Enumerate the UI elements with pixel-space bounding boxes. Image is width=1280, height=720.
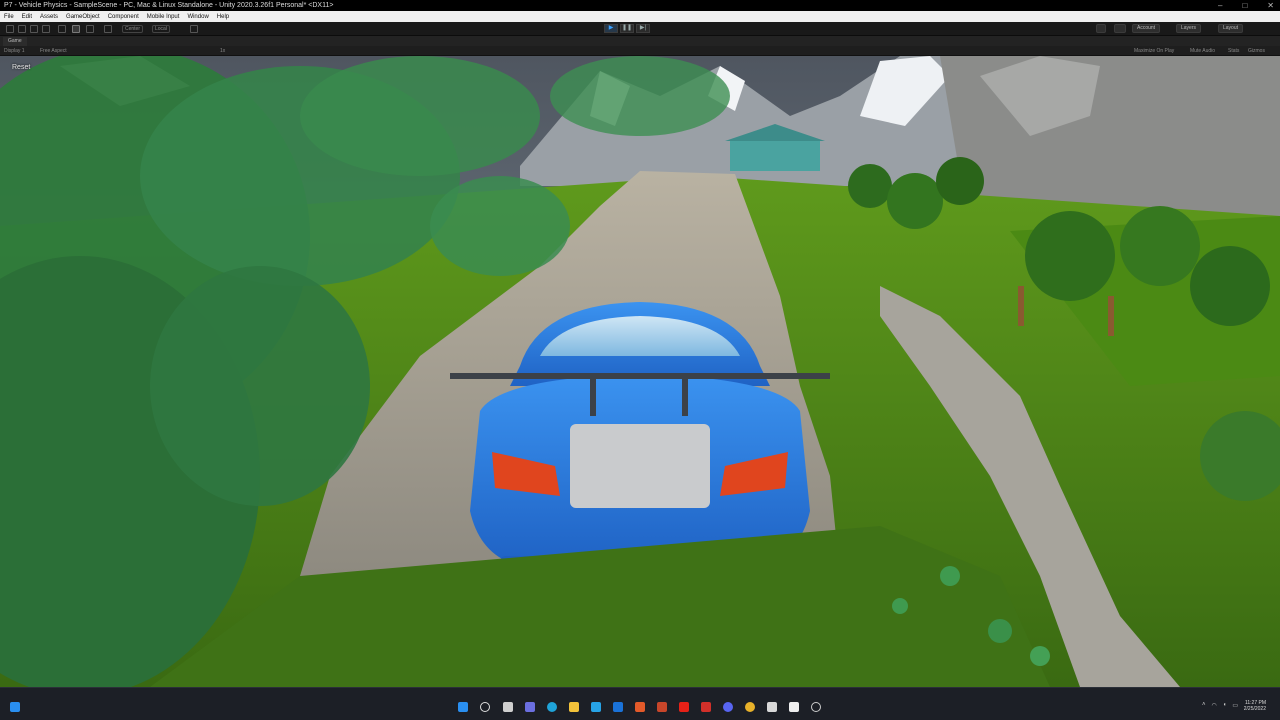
move-tool-icon[interactable] [18,25,26,33]
chrome-icon[interactable] [745,702,755,712]
menu-component[interactable]: Component [108,14,139,20]
hand-tool-icon[interactable] [6,25,14,33]
chevron-up-icon[interactable]: ˄ [1202,702,1206,709]
maximize-button[interactable]: □ [1242,0,1247,11]
play-controls: ▶ ❚❚ ▶| [604,24,650,33]
windows-start-icon[interactable] [458,702,468,712]
gizmos-dropdown[interactable]: Gizmos [1248,48,1265,54]
window-title-bar: P7 - Vehicle Physics - SampleScene - PC,… [0,0,1280,11]
explorer-icon[interactable] [569,702,579,712]
game-tab-bar: Game [0,36,1280,46]
mail-icon[interactable] [613,702,623,712]
menu-bar: File Edit Assets GameObject Component Mo… [0,11,1280,22]
editor-tool-icon[interactable] [104,25,112,33]
window-controls: – □ ✕ [1218,0,1274,11]
layers-dropdown[interactable]: Layers [1176,24,1202,33]
transform-tool-icon[interactable] [72,25,80,33]
chat-icon[interactable] [525,702,535,712]
maximize-on-play-toggle[interactable]: Maximize On Play [1134,48,1174,54]
volume-icon[interactable]: ◖ [1223,702,1227,709]
cloud-icon[interactable] [1114,24,1126,33]
search-icon[interactable] [480,702,490,712]
network-icon[interactable]: ◠ [1211,702,1216,709]
menu-assets[interactable]: Assets [40,14,58,20]
reset-label[interactable]: Reset [12,64,30,71]
menu-help[interactable]: Help [217,14,229,20]
youtube-icon[interactable] [679,702,689,712]
close-button[interactable]: ✕ [1267,0,1274,11]
task-view-icon[interactable] [503,702,513,712]
pdf-icon[interactable] [701,702,711,712]
account-dropdown[interactable]: Account [1132,24,1161,33]
game-view-toolbar: Display 1 Free Aspect 1x Maximize On Pla… [0,46,1280,56]
minimize-button[interactable]: – [1218,0,1222,11]
layout-dropdown[interactable]: Layout [1218,24,1244,33]
rotate-tool-icon[interactable] [30,25,38,33]
play-button[interactable]: ▶ [604,24,618,33]
office-icon[interactable] [635,702,645,712]
menu-mobile-input[interactable]: Mobile Input [147,14,180,20]
settings-icon[interactable] [811,702,821,712]
step-button[interactable]: ▶| [636,24,650,33]
menu-edit[interactable]: Edit [22,14,32,20]
window-title: P7 - Vehicle Physics - SampleScene - PC,… [4,2,334,9]
scale-label: 1x [220,48,226,54]
store-icon[interactable] [591,702,601,712]
game-viewport[interactable]: Reset [0,56,1280,687]
pause-button[interactable]: ❚❚ [620,24,634,33]
windows-start-icon[interactable] [10,702,20,712]
menu-window[interactable]: Window [187,14,208,20]
unity-hub-icon[interactable] [767,702,777,712]
stats-toggle[interactable]: Stats [1228,48,1239,54]
house [730,141,820,171]
mute-audio-toggle[interactable]: Mute Audio [1190,48,1215,54]
powerpoint-icon[interactable] [657,702,667,712]
tab-game[interactable]: Game [3,37,27,46]
windows-taskbar: ˄ ◠ ◖ ▭ 11:27 PM 2/25/2022 [0,687,1280,720]
unity-icon[interactable] [789,702,799,712]
taskbar-clock[interactable]: 11:27 PM 2/25/2022 [1244,700,1266,712]
menu-gameobject[interactable]: GameObject [66,14,100,20]
clock-date: 2/25/2022 [1243,706,1266,712]
menu-file[interactable]: File [4,14,14,20]
edge-icon[interactable] [547,702,557,712]
pivot-toggle[interactable]: Center [122,25,144,33]
game-scene [0,56,1280,687]
display-dropdown[interactable]: Display 1 [4,48,25,54]
snap-icon[interactable] [190,25,198,33]
rect-tool-icon[interactable] [58,25,66,33]
aspect-dropdown[interactable]: Free Aspect [40,48,67,54]
collab-icon[interactable] [1096,24,1106,33]
space-toggle[interactable]: Local [152,25,170,33]
scale-tool-icon[interactable] [42,25,50,33]
custom-tool-icon[interactable] [86,25,94,33]
discord-icon[interactable] [723,702,733,712]
system-tray: ˄ ◠ ◖ ▭ [1202,702,1238,709]
unity-editor-window: P7 - Vehicle Physics - SampleScene - PC,… [0,0,1280,720]
battery-icon[interactable]: ▭ [1232,702,1238,709]
